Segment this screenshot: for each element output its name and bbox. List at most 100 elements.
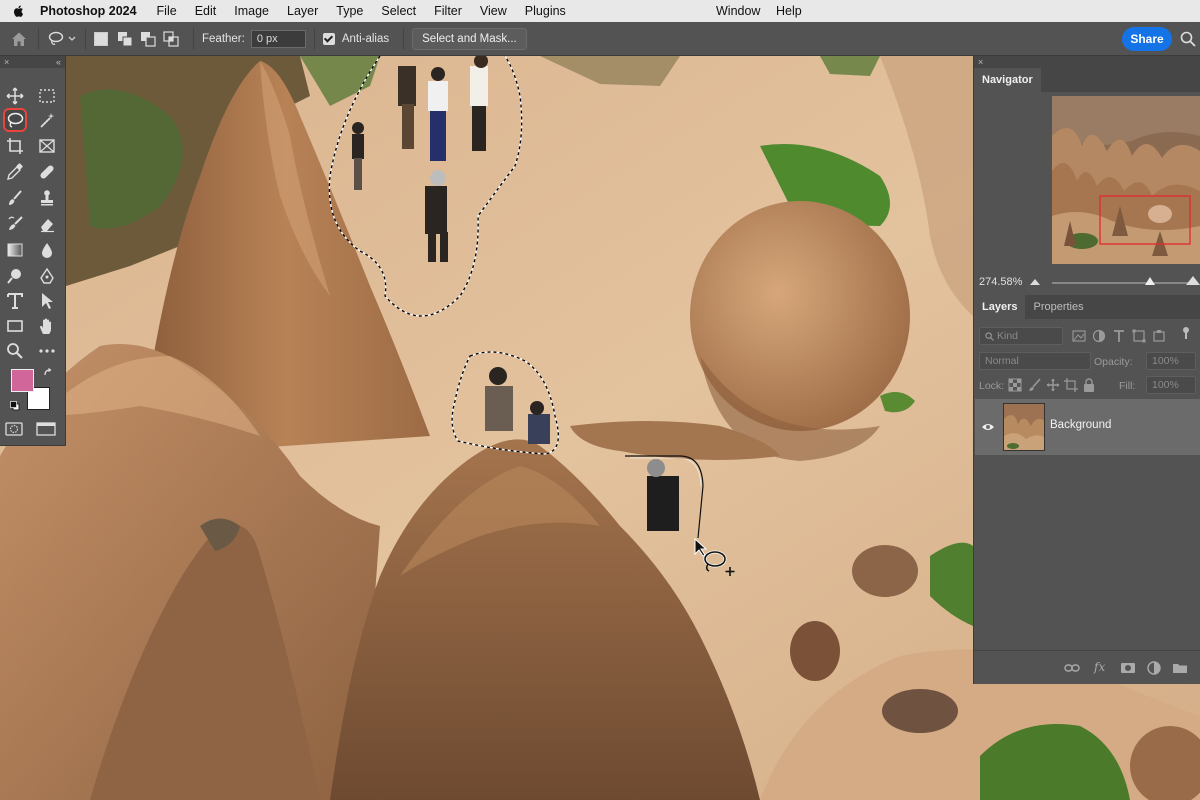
filter-pixel-icon[interactable] [1072, 329, 1086, 343]
hand-tool[interactable] [35, 314, 59, 338]
foreground-color-swatch[interactable] [11, 369, 34, 392]
new-selection-button[interactable] [94, 31, 108, 46]
mountain-small-icon[interactable] [1030, 277, 1040, 285]
menu-edit[interactable]: Edit [195, 4, 217, 18]
type-tool[interactable] [3, 289, 27, 313]
zoom-tool[interactable] [3, 339, 27, 363]
screen-mode-icon[interactable] [36, 422, 56, 436]
share-button[interactable]: Share [1122, 27, 1172, 51]
filter-adjustment-icon[interactable] [1092, 329, 1106, 343]
select-and-mask-button[interactable]: Select and Mask... [412, 27, 527, 50]
rectangle-icon [7, 320, 23, 332]
new-group-folder-icon[interactable] [1172, 660, 1188, 676]
bandage-icon [40, 165, 54, 179]
move-tool[interactable] [3, 84, 27, 108]
lock-artboard-icon[interactable] [1064, 378, 1078, 392]
rectangle-tool[interactable] [3, 314, 27, 338]
lasso-preset-icon[interactable] [47, 30, 77, 48]
tab-layers[interactable]: Layers [974, 295, 1026, 319]
home-icon[interactable] [10, 30, 28, 48]
menu-help[interactable]: Help [776, 0, 802, 22]
brush-tool[interactable] [3, 186, 27, 210]
antialias-checkbox[interactable] [322, 32, 335, 45]
search-icon[interactable] [1180, 31, 1196, 47]
divider [313, 27, 315, 50]
filter-shape-icon[interactable] [1132, 329, 1146, 343]
blend-mode-select[interactable]: Normal [979, 352, 1091, 370]
tools-panel-header[interactable]: × « [0, 56, 65, 68]
zoom-slider-thumb[interactable] [1145, 277, 1155, 285]
menu-plugins[interactable]: Plugins [525, 4, 566, 18]
layer-name: Background [1050, 419, 1112, 431]
path-selection-tool[interactable] [35, 289, 59, 313]
navigator-thumbnail[interactable] [1052, 96, 1200, 264]
frame-tool[interactable] [35, 134, 59, 158]
crop-tool[interactable] [3, 134, 27, 158]
feather-input[interactable] [250, 29, 306, 48]
menu-type[interactable]: Type [336, 4, 363, 18]
filter-toggle-icon[interactable] [1179, 326, 1193, 340]
move-icon [6, 87, 24, 105]
add-to-selection-icon[interactable] [117, 31, 133, 47]
filter-smart-object-icon[interactable] [1152, 329, 1166, 343]
menu-layer[interactable]: Layer [287, 4, 318, 18]
filter-type-icon[interactable] [1112, 329, 1126, 343]
rectangular-marquee-icon [39, 89, 55, 103]
healing-brush-tool[interactable] [35, 160, 59, 184]
add-mask-icon[interactable] [1120, 660, 1136, 676]
menu-file[interactable]: File [157, 4, 177, 18]
quick-mask-icon[interactable] [5, 422, 23, 436]
blur-tool[interactable] [35, 238, 59, 262]
lock-position-icon[interactable] [1046, 378, 1060, 392]
layer-thumbnail [1003, 403, 1045, 451]
gradient-tool[interactable] [3, 238, 27, 262]
tab-navigator[interactable]: Navigator [974, 68, 1041, 92]
navigator-preview-image [1052, 96, 1200, 264]
menu-select[interactable]: Select [381, 4, 416, 18]
fx-icon[interactable]: fx [1094, 660, 1105, 674]
clone-stamp-tool[interactable] [35, 186, 59, 210]
eraser-tool[interactable] [35, 212, 59, 236]
marquee-tool[interactable] [35, 84, 59, 108]
ellipsis-icon [39, 349, 55, 353]
subtract-from-selection-icon[interactable] [140, 31, 156, 47]
intersect-selection-icon[interactable] [163, 30, 179, 47]
layer-filter-select[interactable]: Kind [979, 327, 1063, 345]
lasso-cursor-icon [694, 537, 735, 576]
apple-icon[interactable] [12, 4, 26, 18]
history-brush-tool[interactable] [3, 212, 27, 236]
tab-properties[interactable]: Properties [1025, 295, 1091, 319]
link-layers-icon[interactable] [1064, 660, 1080, 676]
adjustment-layer-icon[interactable] [1146, 660, 1162, 676]
zoom-level-label[interactable]: 274.58% [979, 276, 1022, 288]
swap-colors-icon[interactable] [43, 368, 53, 378]
magic-wand-tool[interactable] [35, 109, 59, 133]
fill-input[interactable]: 100% [1146, 376, 1196, 394]
menu-filter[interactable]: Filter [434, 4, 462, 18]
eyedropper-tool[interactable] [3, 160, 27, 184]
divider [85, 27, 86, 50]
opacity-value: 100% [1152, 355, 1179, 367]
menu-window[interactable]: Window [716, 0, 760, 22]
eye-visibility-icon[interactable] [981, 422, 995, 432]
lasso-tool[interactable] [3, 108, 27, 132]
menu-view[interactable]: View [480, 4, 507, 18]
menu-image[interactable]: Image [234, 4, 269, 18]
default-colors-icon[interactable] [10, 401, 20, 411]
droplet-icon [42, 243, 52, 258]
lock-all-icon[interactable] [1082, 378, 1096, 392]
zoom-icon [7, 343, 23, 359]
lock-transparent-pixels-icon[interactable] [1008, 378, 1022, 392]
zoom-slider-track[interactable] [1052, 282, 1192, 284]
more-tools-button[interactable] [35, 339, 59, 363]
opacity-input[interactable]: 100% [1146, 352, 1196, 370]
layer-row-background[interactable]: Background [975, 399, 1200, 455]
history-brush-icon [8, 216, 23, 230]
pen-tool[interactable] [35, 264, 59, 288]
dock-header[interactable]: × [974, 56, 1200, 68]
fill-label: Fill: [1119, 380, 1136, 392]
mountain-large-icon[interactable] [1186, 275, 1200, 285]
dodge-tool[interactable] [3, 264, 27, 288]
app-name[interactable]: Photoshop 2024 [40, 4, 137, 18]
lock-image-pixels-icon[interactable] [1028, 378, 1042, 392]
